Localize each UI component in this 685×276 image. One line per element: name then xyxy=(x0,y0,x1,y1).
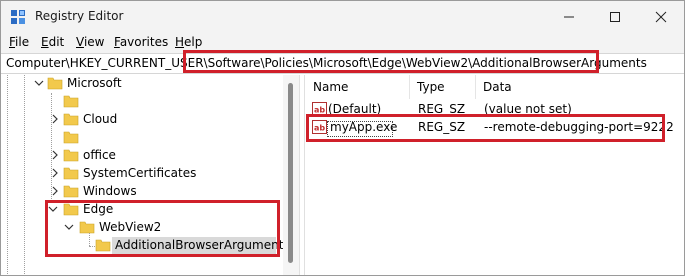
tree-item-microsoft[interactable]: Microsoft xyxy=(1,75,281,93)
folder-icon xyxy=(63,95,79,108)
scrollbar-thumb[interactable] xyxy=(288,83,293,263)
menu-favorites[interactable]: Favorites xyxy=(114,35,168,49)
registry-editor-window: Registry Editor File Edit View Favorites… xyxy=(0,0,685,276)
chevron-right-icon xyxy=(52,114,58,124)
folder-icon xyxy=(63,113,79,126)
menu-view[interactable]: View xyxy=(76,35,104,49)
tree-item-cloud[interactable]: Cloud xyxy=(1,111,281,129)
close-button[interactable] xyxy=(638,1,684,33)
maximize-button[interactable] xyxy=(592,1,638,33)
address-highlight-box xyxy=(183,50,599,73)
column-header-data[interactable]: Data xyxy=(476,75,684,99)
minimize-button[interactable] xyxy=(546,1,592,33)
menu-help[interactable]: Help xyxy=(175,35,202,49)
tree-item-label: office xyxy=(83,148,116,162)
chevron-right-icon xyxy=(52,168,58,178)
column-header-name[interactable]: Name xyxy=(306,75,410,99)
tree-item-windows[interactable]: Windows xyxy=(1,183,281,201)
tree-item-label: Cloud xyxy=(83,112,118,126)
folder-icon xyxy=(63,131,79,144)
values-list-pane[interactable]: Name Type Data ab (Default) REG_SZ (valu… xyxy=(306,75,684,275)
chevron-right-icon xyxy=(52,150,58,160)
menu-edit[interactable]: Edit xyxy=(41,35,64,49)
title-bar: Registry Editor xyxy=(1,1,684,33)
folder-open-icon xyxy=(47,77,63,90)
edge-keys-highlight-box xyxy=(45,200,280,257)
window-title: Registry Editor xyxy=(35,9,124,23)
tree-item-unnamed[interactable] xyxy=(1,93,281,111)
tree-item-office[interactable]: office xyxy=(1,147,281,165)
menu-file[interactable]: File xyxy=(9,35,29,49)
tree-scrollbar[interactable] xyxy=(283,75,299,275)
folder-icon xyxy=(63,167,79,180)
registry-editor-icon xyxy=(11,10,25,24)
myapp-value-highlight-box xyxy=(306,114,665,142)
folder-icon xyxy=(63,185,79,198)
maximize-icon xyxy=(610,12,620,22)
close-icon xyxy=(655,11,667,23)
tree-item-systemcertificates[interactable]: SystemCertificates xyxy=(1,165,281,183)
folder-icon xyxy=(63,149,79,162)
tree-item-label: SystemCertificates xyxy=(83,166,197,180)
chevron-right-icon xyxy=(52,186,58,196)
pane-splitter[interactable] xyxy=(299,75,305,275)
chevron-down-icon xyxy=(34,80,44,86)
tree-item-label: Microsoft xyxy=(67,76,122,90)
minimize-icon xyxy=(564,16,574,18)
tree-item-unnamed[interactable] xyxy=(1,129,281,147)
column-header-type[interactable]: Type xyxy=(410,75,476,99)
tree-item-label: Windows xyxy=(83,184,137,198)
